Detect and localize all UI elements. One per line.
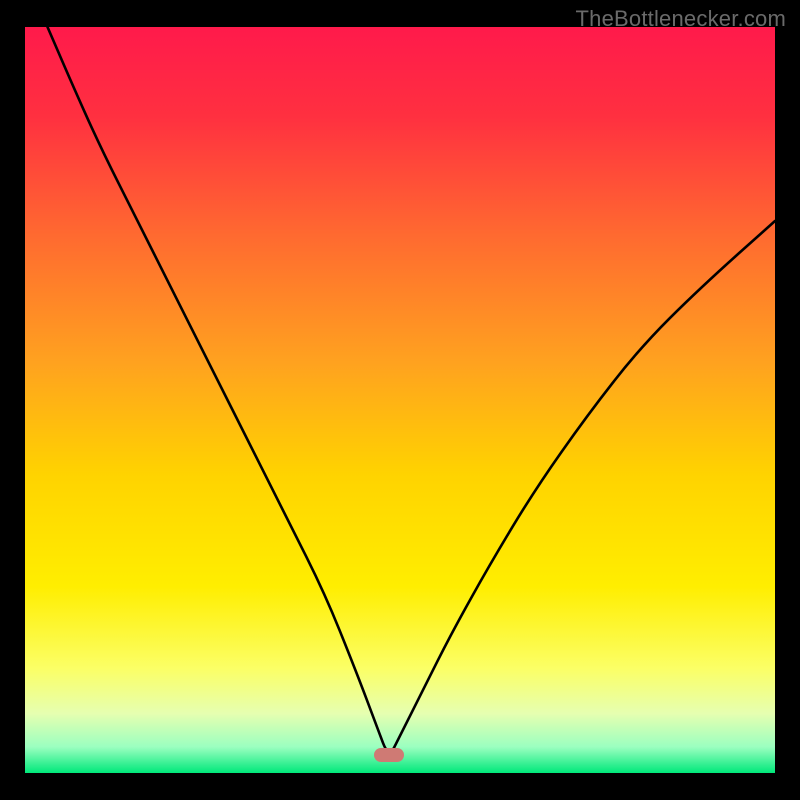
attribution-text: TheBottlenecker.com xyxy=(576,6,786,32)
optimal-point-marker xyxy=(374,748,404,762)
chart-frame: TheBottlenecker.com xyxy=(0,0,800,800)
bottleneck-curve xyxy=(25,27,775,773)
plot-area xyxy=(25,27,775,773)
